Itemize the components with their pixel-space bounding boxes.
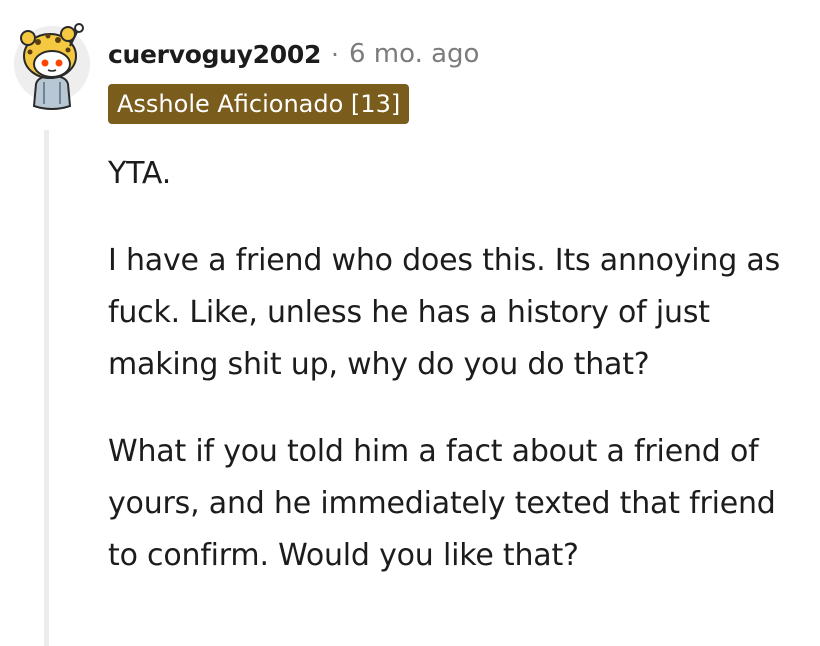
comment-body: YTA. I have a friend who does this. Its … [108,148,808,617]
snoo-avatar-icon [14,23,90,110]
thread-line[interactable] [44,130,49,646]
comment-paragraph: YTA. [108,156,172,191]
user-flair: Asshole Aficionado [13] [108,84,410,124]
comment-header: cuervoguy2002 · 6 mo. ago [108,34,479,74]
comment-paragraph: What if you told him a fact about a frie… [108,434,776,573]
avatar[interactable] [14,20,92,112]
comment-timestamp[interactable]: 6 mo. ago [349,39,479,69]
meta-separator: · [331,39,339,69]
username-link[interactable]: cuervoguy2002 [108,40,321,69]
comment-paragraph: I have a friend who does this. Its annoy… [108,243,781,382]
